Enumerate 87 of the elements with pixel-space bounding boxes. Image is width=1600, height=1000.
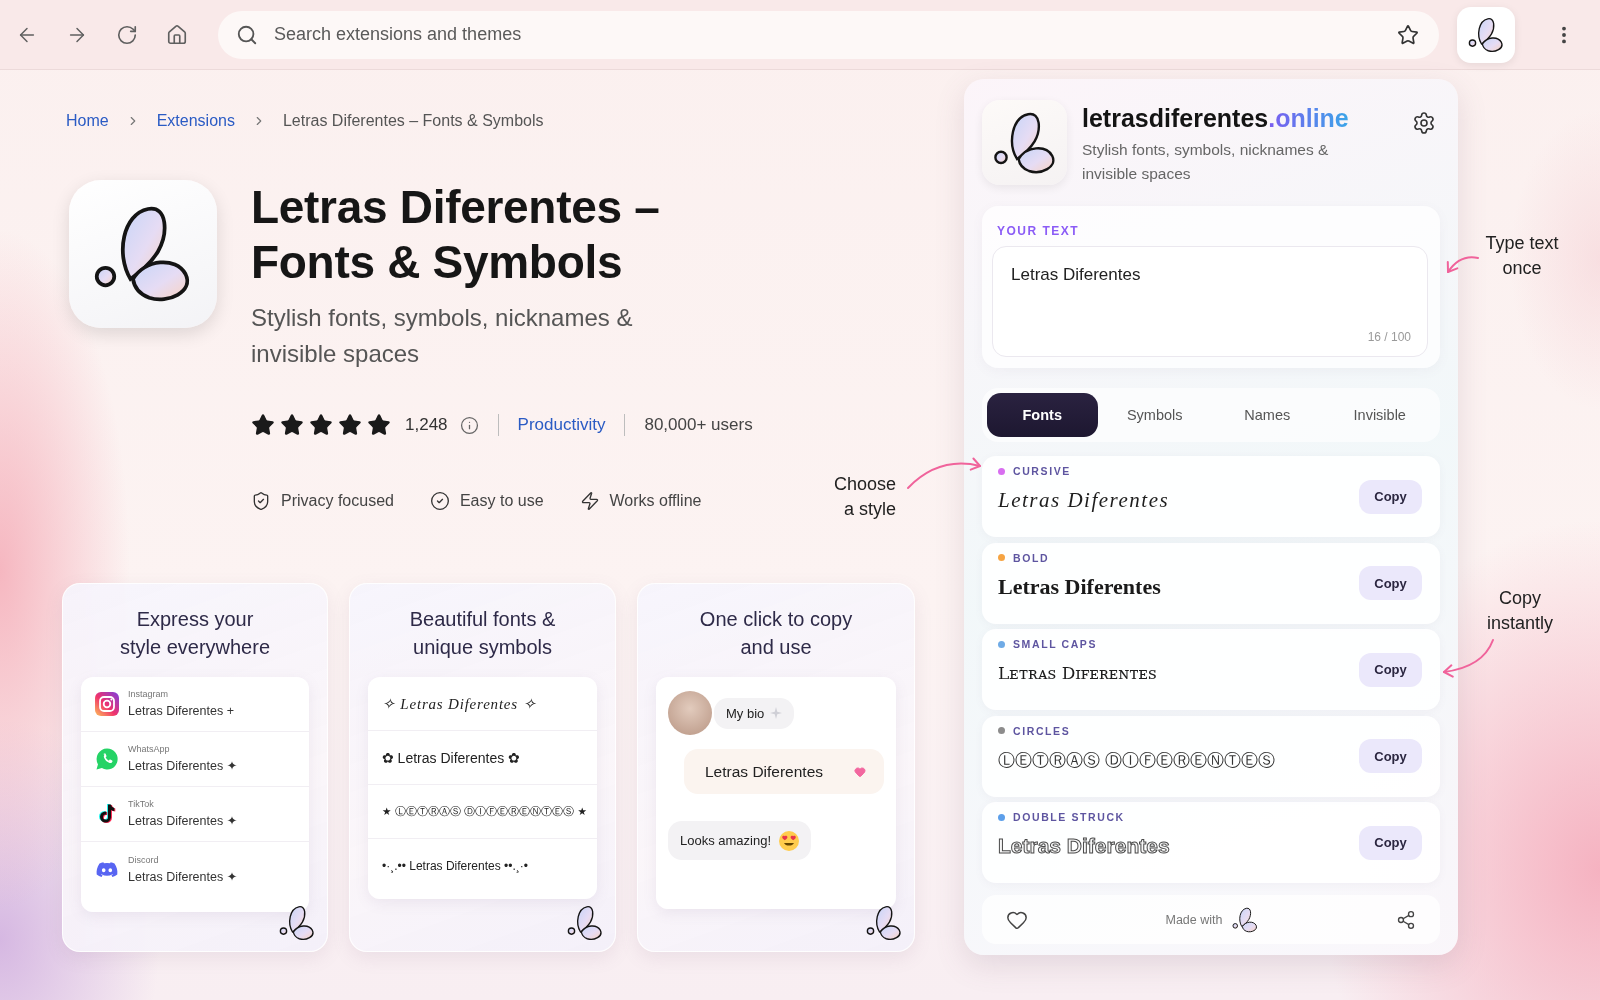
made-with-text: Made with: [1165, 912, 1223, 927]
search-icon: [236, 23, 258, 46]
search-field[interactable]: Search extensions and themes: [274, 21, 1381, 48]
user-count: 80,000+ users: [644, 415, 753, 435]
star-icon: [338, 413, 362, 437]
sparkle-icon: [770, 707, 783, 719]
butterfly-logo-icon[interactable]: [1468, 16, 1504, 53]
home-icon[interactable]: [166, 23, 188, 46]
styled-text: ★ ⓁⒺⓉⓇⒶⓈ ⒹⒾⒻⒺⓇⒺⓃⓉⒺⓈ ★: [382, 804, 587, 819]
callout-text: Type text once: [1484, 232, 1560, 280]
copy-button[interactable]: Copy: [1359, 825, 1422, 860]
heart-icon: [854, 765, 866, 778]
styled-text: Letras Diferentes ✦: [128, 868, 238, 886]
style-label: CURSIVE: [1013, 465, 1071, 477]
feature-label: Easy to use: [459, 492, 544, 510]
styled-text: ✧ Letras Diferentes ✧: [382, 694, 537, 713]
styled-text: •·¸.•• Letras Diferentes ••.¸·•: [382, 859, 528, 873]
reload-icon[interactable]: [116, 23, 138, 46]
extension-button[interactable]: [1457, 6, 1515, 63]
butterfly-logo-icon: [982, 100, 1067, 185]
heart-eyes-emoji-icon: [779, 830, 800, 851]
style-preview: Lᴇᴛʀᴀꜱ Dɪꜰᴇʀᴇɴᴛᴇꜱ: [998, 662, 1157, 685]
lightning-icon: [579, 491, 600, 511]
avatar-placeholder: [668, 691, 712, 735]
check-circle-icon: [429, 491, 450, 511]
style-preview: Letras Diferentes: [998, 487, 1170, 513]
copy-button[interactable]: Copy: [1359, 652, 1422, 687]
extension-description: Stylish fonts, symbols, nicknames & invisible spaces: [251, 303, 634, 369]
app-name: WhatsApp: [128, 743, 171, 755]
callout-text: Copy instantly: [1485, 587, 1554, 635]
style-label: SMALL CAPS: [1013, 638, 1098, 650]
copy-button[interactable]: Copy: [1359, 479, 1422, 514]
phone-chat-icon: [95, 747, 119, 771]
tab[interactable]: Invisible: [1324, 393, 1435, 437]
copy-button[interactable]: Copy: [1359, 566, 1422, 600]
style-preview: Letras Diferentes: [998, 573, 1161, 600]
input-label: YOUR TEXT: [997, 224, 1081, 238]
card-heading: Express your style everywhere: [118, 607, 272, 660]
tab[interactable]: Symbols: [1099, 393, 1210, 437]
feature-label: Privacy focused: [281, 492, 394, 510]
star-icon: [251, 413, 275, 437]
butterfly-logo-icon: [279, 905, 315, 941]
style-label: BOLD: [1013, 551, 1050, 564]
card-heading: One click to copy and use: [698, 607, 854, 660]
tab[interactable]: Names: [1212, 393, 1323, 437]
app-name: Discord: [128, 853, 160, 866]
butterfly-logo-icon: [567, 905, 603, 941]
styled-text: Letras Diferentes ✦: [128, 813, 238, 830]
style-label: DOUBLE STRUCK: [1013, 811, 1125, 823]
feature-label: Works offline: [609, 492, 702, 510]
butterfly-logo-icon: [69, 180, 217, 328]
camera-app-icon: [95, 692, 119, 716]
copy-button[interactable]: Copy: [1359, 739, 1422, 773]
app-name: TikTok: [128, 798, 155, 810]
style-preview: ⓁⒺⓉⓇⒶⓈ ⒹⒾⒻⒺⓇⒺⓃⓉⒺⓈ: [998, 748, 1276, 772]
settings-icon[interactable]: [1412, 111, 1436, 135]
tagline: Stylish fonts, symbols, nicknames & invisible spaces: [1082, 140, 1330, 184]
star-icon: [309, 413, 333, 437]
character-count: 16 / 100: [1367, 330, 1411, 344]
card-heading: Beautiful fonts & unique symbols: [408, 607, 557, 660]
share-icon[interactable]: [1396, 909, 1416, 930]
shield-check-icon: [251, 491, 271, 511]
callout-text: Choose a style: [832, 473, 896, 521]
style-preview: Letras Diferentes: [998, 833, 1170, 859]
message-text: Looks amazing!: [680, 833, 772, 848]
app-name: Instagram: [128, 688, 170, 700]
breadcrumb-current: Letras Diferentes – Fonts & Symbols: [282, 112, 544, 130]
styled-text: Letras Diferentes +: [128, 703, 234, 720]
star-icon: [367, 413, 391, 437]
styled-text: Letras Diferentes ✦: [128, 758, 238, 775]
butterfly-logo-icon: [1232, 906, 1259, 933]
extension-title: Letras Diferentes – Fonts & Symbols: [251, 180, 661, 290]
styled-text: ✿ Letras Diferentes ✿: [382, 749, 520, 766]
star-icon: [280, 413, 304, 437]
butterfly-logo-icon: [866, 905, 902, 941]
breadcrumb-link[interactable]: Extensions: [156, 112, 235, 130]
category-link[interactable]: Productivity: [517, 415, 606, 435]
search-bar[interactable]: Search extensions and themes: [218, 10, 1439, 59]
message-text: Letras Diferentes: [705, 762, 824, 781]
breadcrumb-link[interactable]: Home: [66, 112, 109, 130]
message-text: My bio: [726, 705, 765, 721]
tab[interactable]: Fonts: [987, 393, 1098, 437]
rating-count: 1,248: [405, 415, 448, 435]
info-icon[interactable]: [459, 415, 479, 435]
star-icon[interactable]: [1397, 23, 1419, 46]
brand-name: letrasdiferentes.online: [1082, 103, 1350, 134]
style-label: CIRCLES: [1013, 724, 1071, 737]
